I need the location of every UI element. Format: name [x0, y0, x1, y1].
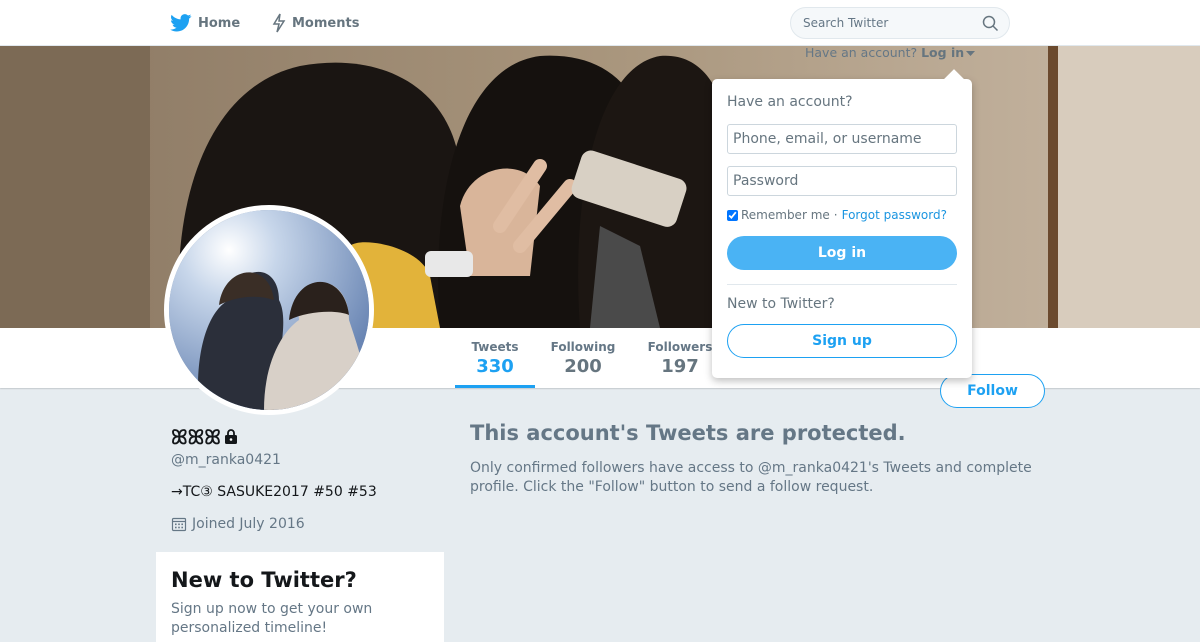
protected-title: This account's Tweets are protected.	[470, 421, 906, 445]
lightning-icon	[272, 13, 286, 33]
stat-following-label: Following	[550, 340, 616, 354]
nav-home[interactable]: Home	[170, 0, 240, 46]
top-navigation-bar: Home Moments	[0, 0, 1200, 46]
twitter-bird-icon	[170, 14, 192, 32]
login-dropdown-title: Have an account?	[727, 94, 853, 110]
profile-joined: Joined July 2016	[171, 516, 305, 532]
stat-tweets-value: 330	[476, 356, 514, 377]
new-to-twitter-label: New to Twitter?	[727, 296, 835, 312]
separator: ·	[833, 208, 838, 222]
protected-text: Only confirmed followers have access to …	[470, 460, 1032, 495]
profile-joined-text: Joined July 2016	[192, 516, 305, 532]
remember-me-label[interactable]: Remember me	[741, 208, 830, 222]
nav-moments-label: Moments	[292, 15, 360, 31]
account-prompt: Have an account? Log in	[805, 45, 976, 60]
profile-name-text: ꕤꕤꕤ	[171, 425, 221, 449]
username-field[interactable]	[727, 124, 957, 154]
login-button[interactable]: Log in	[727, 236, 957, 270]
stat-tweets[interactable]: Tweets 330	[455, 328, 535, 388]
search-icon[interactable]	[982, 15, 999, 32]
account-prompt-text: Have an account?	[805, 45, 918, 60]
signup-card-title: New to Twitter?	[171, 568, 357, 592]
signup-button[interactable]: Sign up	[727, 324, 957, 358]
follow-button[interactable]: Follow	[940, 374, 1045, 408]
nav-moments[interactable]: Moments	[272, 0, 359, 46]
stat-followers-value: 197	[661, 356, 699, 377]
forgot-password-link[interactable]: Forgot password?	[842, 208, 947, 222]
nav-home-label: Home	[198, 15, 241, 31]
login-dropdown: Have an account? Remember me · Forgot pa…	[712, 69, 972, 378]
remember-row: Remember me · Forgot password?	[727, 208, 947, 222]
new-to-twitter-card: New to Twitter? Sign up now to get your …	[156, 552, 444, 642]
remember-me-checkbox[interactable]	[727, 209, 738, 221]
caret-down-icon	[966, 51, 976, 56]
stat-followers-label: Followers	[647, 340, 713, 354]
stat-following-value: 200	[564, 356, 602, 377]
avatar[interactable]	[164, 205, 374, 415]
login-dropdown-toggle[interactable]: Log in	[921, 45, 976, 60]
divider	[727, 284, 957, 285]
search-box	[790, 7, 1010, 39]
search-input[interactable]	[791, 8, 973, 38]
stat-following[interactable]: Following 200	[543, 328, 623, 388]
profile-handle[interactable]: @m_ranka0421	[171, 452, 281, 468]
stat-followers[interactable]: Followers 197	[640, 328, 720, 388]
login-dropdown-toggle-label: Log in	[921, 45, 965, 60]
profile-name: ꕤꕤꕤ	[171, 425, 239, 449]
stat-tweets-label: Tweets	[471, 340, 519, 354]
lock-icon	[224, 429, 237, 444]
profile-bio: →TC③ SASUKE2017 #50 #53	[171, 484, 377, 500]
password-field[interactable]	[727, 166, 957, 196]
calendar-icon	[171, 517, 187, 532]
signup-card-text: Sign up now to get your own personalized…	[171, 601, 373, 636]
